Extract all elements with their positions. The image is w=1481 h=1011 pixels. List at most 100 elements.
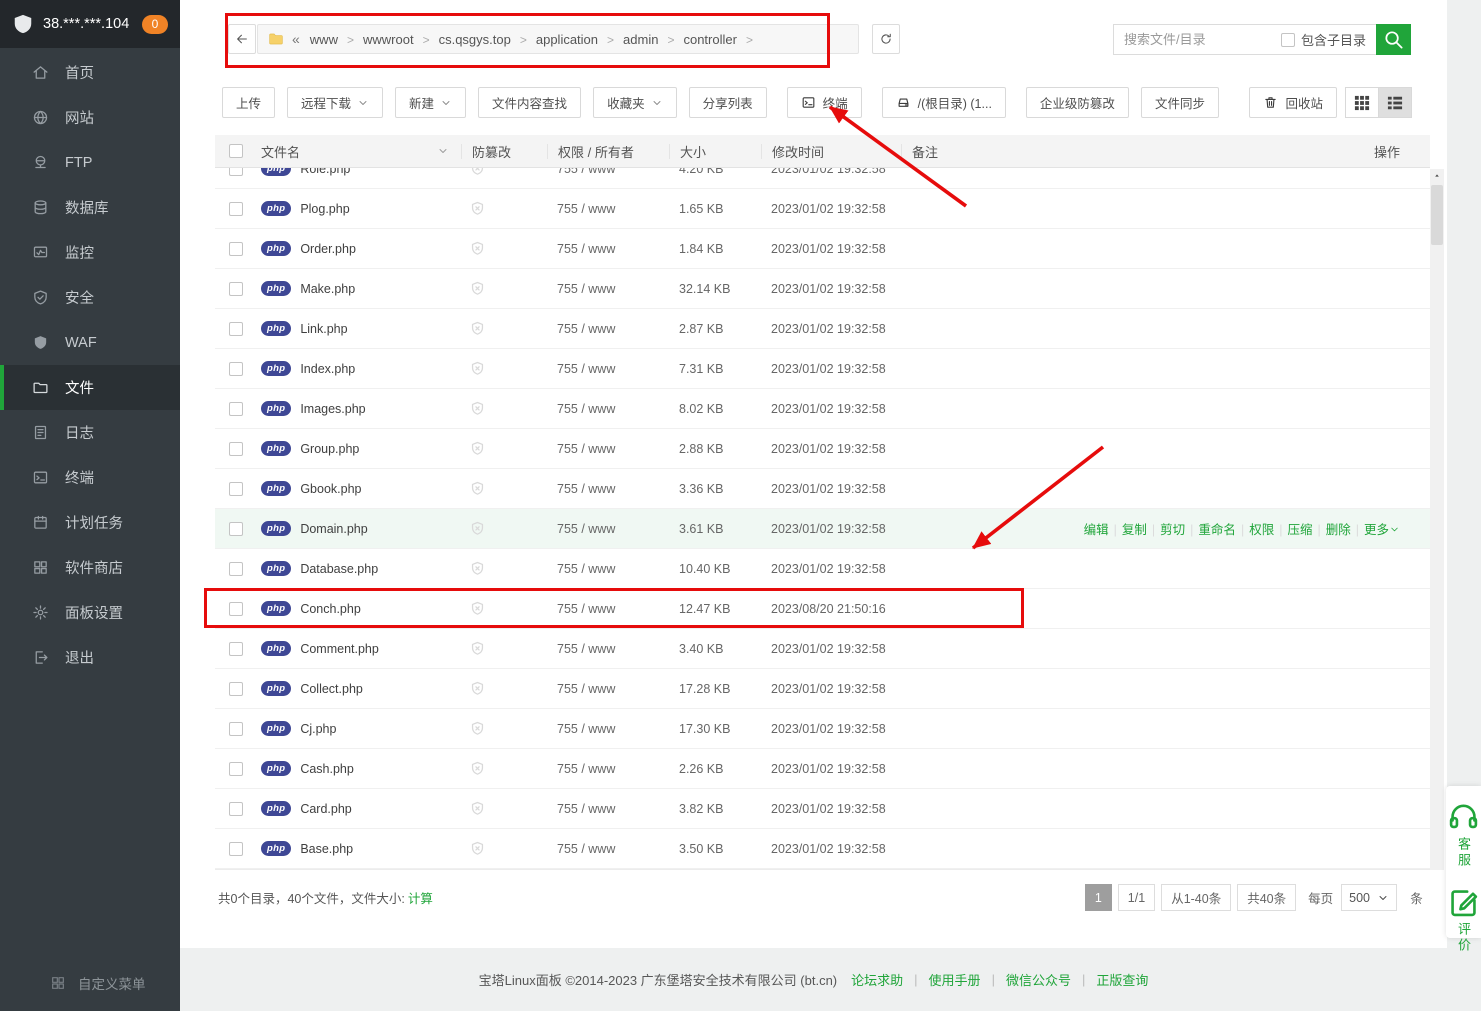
row-checkbox[interactable] (229, 242, 243, 256)
table-row[interactable]: php Collect.php 755 / www 17.28 KB 2023/… (215, 669, 1430, 709)
sidebar-item-appstore[interactable]: 软件商店 (0, 545, 180, 590)
sidebar-item-monitor[interactable]: 监控 (0, 230, 180, 275)
table-row[interactable]: php Index.php 755 / www 7.31 KB 2023/01/… (215, 349, 1430, 389)
breadcrumb-segment[interactable]: cs.qsgys.top (439, 32, 511, 47)
scroll-up-arrow-icon[interactable] (1430, 169, 1444, 183)
table-row[interactable]: php Database.php 755 / www 10.40 KB 2023… (215, 549, 1430, 589)
content-search-button[interactable]: 文件内容查找 (478, 87, 581, 118)
table-row[interactable]: php Card.php 755 / www 3.82 KB 2023/01/0… (215, 789, 1430, 829)
header-filename[interactable]: 文件名 (261, 142, 461, 161)
row-checkbox[interactable] (229, 602, 243, 616)
file-sync-button[interactable]: 文件同步 (1141, 87, 1219, 118)
row-checkbox[interactable] (229, 682, 243, 696)
table-row[interactable]: php Images.php 755 / www 8.02 KB 2023/01… (215, 389, 1430, 429)
breadcrumb-segment[interactable]: application (536, 32, 598, 47)
select-all-checkbox[interactable] (229, 144, 243, 158)
file-name[interactable]: Cj.php (300, 722, 336, 736)
page-1-button[interactable]: 1 (1085, 884, 1112, 911)
table-row[interactable]: php Role.php 755 / www 4.20 KB 2023/01/0… (215, 168, 1430, 189)
file-name[interactable]: Group.php (300, 442, 359, 456)
sidebar-item-home[interactable]: 首页 (0, 50, 180, 95)
row-checkbox[interactable] (229, 522, 243, 536)
file-name[interactable]: Base.php (300, 842, 353, 856)
row-checkbox[interactable] (229, 168, 243, 176)
file-name[interactable]: Conch.php (300, 602, 360, 616)
row-checkbox[interactable] (229, 202, 243, 216)
sidebar-item-logs[interactable]: 日志 (0, 410, 180, 455)
file-name[interactable]: Domain.php (300, 522, 367, 536)
table-row[interactable]: php Gbook.php 755 / www 3.36 KB 2023/01/… (215, 469, 1430, 509)
row-checkbox[interactable] (229, 442, 243, 456)
footer-link[interactable]: 正版查询 (1096, 970, 1148, 989)
sidebar-item-security[interactable]: 安全 (0, 275, 180, 320)
file-name[interactable]: Plog.php (300, 202, 349, 216)
calc-size-link[interactable]: 计算 (408, 892, 433, 906)
sidebar-item-database[interactable]: 数据库 (0, 185, 180, 230)
table-row[interactable]: php Conch.php 755 / www 12.47 KB 2023/08… (215, 589, 1430, 629)
new-button[interactable]: 新建 (395, 87, 466, 118)
sidebar-item-waf[interactable]: WAF (0, 320, 180, 365)
file-name[interactable]: Collect.php (300, 682, 363, 696)
table-row[interactable]: php Group.php 755 / www 2.88 KB 2023/01/… (215, 429, 1430, 469)
table-row[interactable]: php Link.php 755 / www 2.87 KB 2023/01/0… (215, 309, 1430, 349)
grid-view-button[interactable] (1345, 87, 1379, 118)
scrollbar-thumb[interactable] (1431, 185, 1443, 245)
table-scrollbar[interactable] (1430, 169, 1444, 870)
footer-link[interactable]: 使用手册 (929, 970, 981, 989)
row-checkbox[interactable] (229, 762, 243, 776)
file-name[interactable]: Images.php (300, 402, 365, 416)
root-dir-button[interactable]: /(根目录) (1... (882, 87, 1006, 118)
list-view-button[interactable] (1378, 87, 1412, 118)
row-checkbox[interactable] (229, 802, 243, 816)
file-name[interactable]: Link.php (300, 322, 347, 336)
footer-link[interactable]: 论坛求助 (851, 970, 903, 989)
row-checkbox[interactable] (229, 282, 243, 296)
row-action-link[interactable]: 权限 (1249, 523, 1274, 537)
breadcrumb-segment[interactable]: www (310, 32, 338, 47)
table-row[interactable]: php Cj.php 755 / www 17.30 KB 2023/01/02… (215, 709, 1430, 749)
per-page-select[interactable]: 500 (1341, 884, 1397, 911)
sidebar-item-ftp[interactable]: FTP (0, 140, 180, 185)
back-button[interactable] (228, 24, 256, 54)
file-name[interactable]: Card.php (300, 802, 351, 816)
file-name[interactable]: Gbook.php (300, 482, 361, 496)
file-name[interactable]: Role.php (300, 168, 350, 176)
row-action-link[interactable]: 重命名 (1198, 523, 1236, 537)
sidebar-item-files[interactable]: 文件 (0, 365, 180, 410)
sidebar-item-terminal[interactable]: 终端 (0, 455, 180, 500)
tamper-proof-button[interactable]: 企业级防篡改 (1026, 87, 1129, 118)
row-action-link[interactable]: 删除 (1326, 523, 1351, 537)
sidebar-item-custom-menu[interactable]: 自定义菜单 (0, 963, 180, 1003)
row-checkbox[interactable] (229, 842, 243, 856)
table-row[interactable]: php Make.php 755 / www 32.14 KB 2023/01/… (215, 269, 1430, 309)
table-row[interactable]: php Cash.php 755 / www 2.26 KB 2023/01/0… (215, 749, 1430, 789)
message-count-badge[interactable]: 0 (142, 15, 168, 34)
file-name[interactable]: Order.php (300, 242, 356, 256)
row-action-link[interactable]: 复制 (1122, 523, 1147, 537)
file-name[interactable]: Make.php (300, 282, 355, 296)
breadcrumb-segment[interactable]: controller (683, 32, 736, 47)
sidebar-item-cron[interactable]: 计划任务 (0, 500, 180, 545)
favorites-button[interactable]: 收藏夹 (593, 87, 677, 118)
breadcrumb-segment[interactable]: wwwroot (363, 32, 414, 47)
row-action-link[interactable]: 剪切 (1160, 523, 1185, 537)
row-checkbox[interactable] (229, 562, 243, 576)
file-name[interactable]: Comment.php (300, 642, 379, 656)
share-list-button[interactable]: 分享列表 (689, 87, 767, 118)
file-name[interactable]: Cash.php (300, 762, 354, 776)
refresh-button[interactable] (872, 24, 900, 54)
include-subdir-checkbox[interactable] (1281, 33, 1295, 47)
table-row[interactable]: php Domain.php 755 / www 3.61 KB 2023/01… (215, 509, 1430, 549)
row-action-link[interactable]: 更多 (1364, 523, 1389, 537)
customer-service-button[interactable]: 客服 (1446, 798, 1481, 869)
row-checkbox[interactable] (229, 322, 243, 336)
row-action-link[interactable]: 编辑 (1084, 523, 1109, 537)
footer-link[interactable]: 微信公众号 (1006, 970, 1071, 989)
review-button[interactable]: 评价 (1446, 883, 1481, 954)
upload-button[interactable]: 上传 (222, 87, 275, 118)
remote-download-button[interactable]: 远程下载 (287, 87, 383, 118)
row-checkbox[interactable] (229, 482, 243, 496)
breadcrumb-root-laquo[interactable]: « (292, 31, 300, 47)
row-checkbox[interactable] (229, 402, 243, 416)
breadcrumb-segment[interactable]: admin (623, 32, 658, 47)
